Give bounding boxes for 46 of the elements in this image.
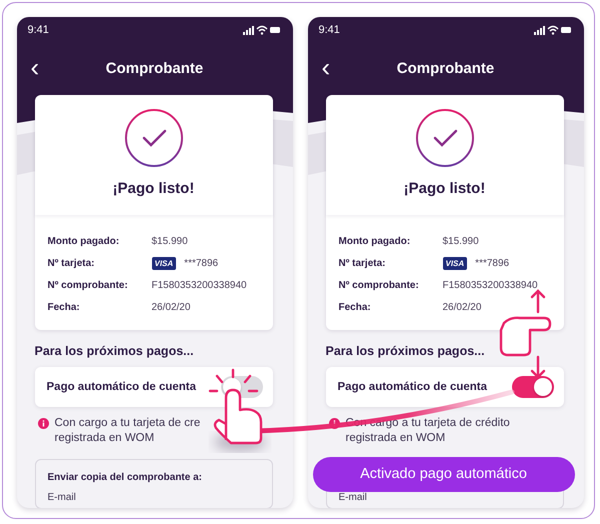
- up-arrow-icon: [530, 289, 546, 314]
- card-brand-badge: VISA: [442, 257, 468, 270]
- status-icons: [534, 24, 572, 34]
- activated-button[interactable]: Activado pago automático: [312, 456, 574, 492]
- email-card-title: Enviar copia del comprobante a:: [48, 470, 203, 484]
- status-time: 9:41: [318, 24, 340, 36]
- note-text: registrada en WOM: [346, 430, 446, 446]
- note-text: Con cargo a tu tarjeta de cre: [54, 416, 200, 430]
- screen-title: Comprobante: [396, 60, 494, 77]
- toggle-label: Pago automático de cuenta: [338, 380, 488, 392]
- detail-label: Nº tarjeta:: [338, 258, 386, 269]
- detail-label: Nº tarjeta:: [48, 258, 96, 269]
- detail-label: Monto pagado:: [338, 236, 412, 247]
- back-button[interactable]: ‹: [30, 54, 40, 80]
- info-icon: [328, 418, 340, 428]
- section-title: Para los próximos pagos...: [34, 342, 195, 360]
- email-field[interactable]: E-mail: [338, 490, 550, 504]
- info-icon: [38, 418, 48, 428]
- detail-label: Fecha:: [48, 302, 81, 313]
- check-circle-icon: [414, 108, 474, 168]
- check-circle-icon: [124, 108, 184, 168]
- detail-value: ***7896: [184, 258, 218, 269]
- success-heading: ¡Pago listo!: [112, 180, 194, 196]
- status-time: 9:41: [28, 24, 49, 36]
- detail-value: $15.990: [442, 236, 479, 247]
- toggle-switch[interactable]: [512, 376, 554, 398]
- down-arrow-icon: [530, 356, 546, 379]
- card-brand-badge: VISA: [152, 257, 176, 270]
- email-field[interactable]: E-mail: [48, 490, 260, 504]
- success-heading: ¡Pago listo!: [404, 180, 486, 196]
- detail-value: F1580353200338940: [152, 280, 247, 291]
- back-button[interactable]: ‹: [322, 54, 330, 80]
- note-text: registrada en WOM: [54, 430, 156, 446]
- screen-title: Comprobante: [106, 60, 204, 77]
- section-title: Para los próximos pagos...: [326, 342, 486, 360]
- detail-value: ***7896: [475, 258, 510, 269]
- toggle-label: Pago automático de cuenta: [46, 380, 196, 392]
- detail-label: Nº comprobante:: [338, 280, 420, 291]
- detail-label: Monto pagado:: [48, 236, 120, 247]
- detail-value: F1580353200338940: [442, 280, 538, 291]
- detail-label: Fecha:: [338, 302, 372, 313]
- status-icons: [242, 24, 280, 34]
- detail-value: 26/02/20: [152, 302, 190, 313]
- detail-value: 26/02/20: [442, 302, 482, 313]
- detail-value: $15.990: [152, 236, 188, 247]
- detail-label: Nº comprobante:: [48, 280, 129, 291]
